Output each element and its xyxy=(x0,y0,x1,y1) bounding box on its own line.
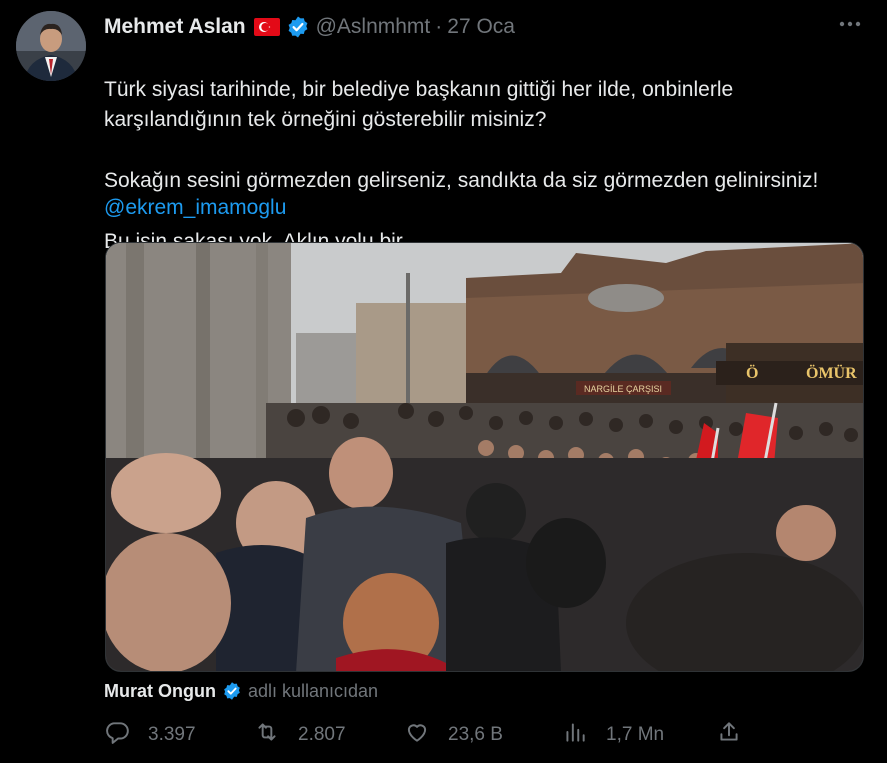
views-count: 1,7 Mn xyxy=(606,724,665,745)
tweet-date[interactable]: 27 Oca xyxy=(447,15,515,39)
like-count: 23,6 B xyxy=(448,724,503,745)
retweet-icon xyxy=(254,719,280,751)
like-button[interactable]: 23,6 B xyxy=(404,720,503,750)
author-handle[interactable]: @Aslnmhmt xyxy=(316,15,431,39)
sign-left-text: Ö xyxy=(746,364,758,382)
retweet-button[interactable]: 2.807 xyxy=(254,720,346,750)
tweet-header: Mehmet Aslan @Aslnmhmt · 27 Oca xyxy=(104,13,515,41)
heart-icon xyxy=(404,719,430,751)
attribution-name[interactable]: Murat Ongun xyxy=(104,681,216,702)
reply-button[interactable]: 3.397 xyxy=(104,720,196,750)
share-icon xyxy=(716,719,742,751)
verified-badge-icon xyxy=(222,681,242,701)
more-options-icon[interactable] xyxy=(835,12,865,36)
avatar[interactable] xyxy=(16,11,86,81)
reply-icon xyxy=(104,719,130,751)
tweet-line: Türk siyasi tarihinde, bir belediye başk… xyxy=(104,77,734,132)
reply-count: 3.397 xyxy=(148,724,196,745)
author-name[interactable]: Mehmet Aslan xyxy=(104,15,246,39)
tweet-actions: 3.397 2.807 23,6 B 1,7 Mn xyxy=(104,720,744,750)
turkey-flag-icon xyxy=(253,18,280,36)
tweet-media-image[interactable]: NARGİLE ÇARŞISI Ö ÖMÜR xyxy=(105,242,864,672)
retweet-count: 2.807 xyxy=(298,724,346,745)
separator: · xyxy=(435,15,443,38)
shop-sign-text: NARGİLE ÇARŞISI xyxy=(584,384,662,394)
views-chart-icon xyxy=(562,719,588,751)
tweet-line: Sokağın sesini görmezden gelirseniz, san… xyxy=(104,169,819,192)
views-button[interactable]: 1,7 Mn xyxy=(562,720,664,750)
mention-link[interactable]: @ekrem_imamoglu xyxy=(104,196,286,220)
sign-right-text: ÖMÜR xyxy=(806,364,857,382)
share-button[interactable] xyxy=(716,720,742,750)
media-attribution: Murat Ongun adlı kullanıcıdan xyxy=(104,680,378,702)
attribution-text: adlı kullanıcıdan xyxy=(247,680,379,701)
verified-badge-icon[interactable] xyxy=(286,15,310,39)
